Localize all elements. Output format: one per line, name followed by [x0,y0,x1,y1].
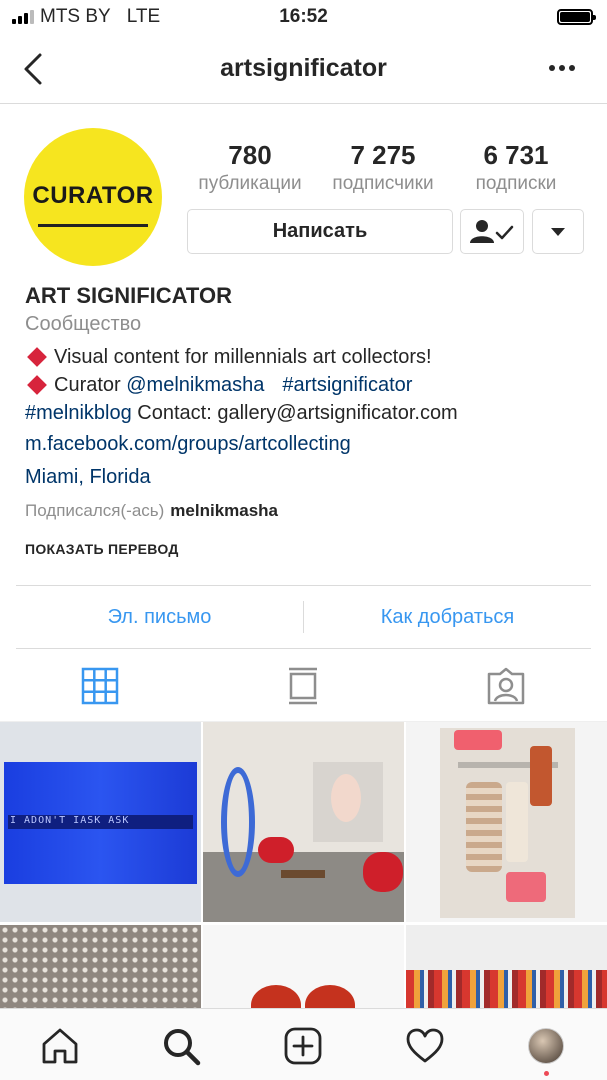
nav-search[interactable] [160,1025,202,1067]
tab-feed[interactable] [283,666,323,706]
grid-icon [81,667,119,705]
page-title: artsignificator [220,54,387,82]
post-2-chair [363,852,403,892]
posts-grid: I ADON'T IASK ASK [0,722,607,1008]
heart-icon [406,1028,444,1063]
location-link[interactable]: Miami, Florida [25,461,595,493]
hashtag-link[interactable]: #melnikblog [25,402,132,425]
more-options-icon[interactable] [547,58,577,78]
followed-by-label: Подписался(-ась) [25,501,165,520]
post-2-mirror [221,767,255,877]
stat-following-value: 6 731 [483,140,549,170]
directions-button[interactable]: Как добраться [304,606,591,629]
nav-profile[interactable] [525,1025,567,1076]
user-check-icon [470,219,514,243]
mention-link[interactable]: @melnikmasha [126,374,264,397]
red-diamond-icon [27,347,47,367]
profile-avatar[interactable]: CURATOR [24,128,162,266]
avatar [528,1028,564,1064]
post-thumbnail[interactable] [0,925,201,1008]
post-thumbnail[interactable] [406,722,607,922]
website-link[interactable]: m.facebook.com/groups/artcollecting [25,427,595,461]
post-thumbnail[interactable]: I ADON'T IASK ASK [0,722,201,922]
post-4-image [0,925,201,1008]
post-2-table [281,870,325,878]
add-post-icon [284,1027,322,1065]
stat-followers[interactable]: 7 275 подписчики [321,140,445,195]
avatar-text: CURATOR [32,182,154,209]
bio-contact-text: Contact: gallery@artsignificator.com [131,401,458,424]
stat-followers-value: 7 275 [350,140,416,170]
post-3-broom [454,730,502,750]
home-icon [42,1028,78,1064]
profile-header-bar: artsignificator [0,34,607,104]
hashtag-link[interactable]: #artsignificator [282,374,412,397]
tagged-icon [487,667,525,705]
profile-name: ART SIGNIFICATOR [25,283,232,308]
message-button[interactable]: Написать [187,209,453,254]
email-button[interactable]: Эл. письмо [16,606,303,629]
contact-actions: Эл. письмо Как добраться [16,585,591,649]
stat-posts-value: 780 [228,140,272,170]
profile-category: Сообщество [25,313,142,335]
stat-following-label: подписки [475,173,557,194]
profile-bio: ART SIGNIFICATOR Сообщество Visual conte… [25,283,595,569]
bio-line-1: Visual content for millennials art colle… [25,343,595,371]
nav-new-post[interactable] [282,1025,324,1067]
stat-followers-label: подписчики [332,173,434,194]
post-3-rope [466,782,502,872]
profile-stats: 780 публикации 7 275 подписчики 6 731 по… [188,140,578,195]
bio-line-2: Curator @melnikmasha #artsignificator [25,371,595,399]
battery-icon [557,9,596,25]
show-translation-button[interactable]: ПОКАЗАТЬ ПЕРЕВОД [25,529,595,569]
bio-text-2: Curator [54,373,127,396]
post-2-face [331,774,361,822]
post-thumbnail[interactable] [406,925,607,1008]
post-thumbnail[interactable] [203,925,404,1008]
nav-activity[interactable] [404,1025,446,1067]
bio-line-3: #melnikblog Contact: gallery@artsignific… [25,399,595,427]
tab-tagged[interactable] [486,666,526,706]
post-3-brush [506,872,546,902]
post-2-chair [258,837,294,863]
following-button[interactable] [460,209,524,254]
status-time: 16:52 [279,6,328,27]
stat-following[interactable]: 6 731 подписки [454,140,578,195]
bottom-navigation [0,1008,607,1080]
bio-text-1: Visual content for millennials art colle… [54,345,432,368]
search-icon [164,1029,201,1066]
stat-posts-label: публикации [198,173,302,194]
followed-by-user: melnikmasha [170,501,279,520]
post-1-caption: I ADON'T IASK ASK [10,815,130,826]
tab-grid[interactable] [80,666,120,706]
post-thumbnail[interactable] [203,722,404,922]
suggestions-dropdown-button[interactable] [532,209,584,254]
profile-tabs [0,650,607,722]
post-5-shape [251,985,301,1008]
post-3-mop [506,782,528,862]
post-6-fabrics [406,970,607,1008]
post-5-shape [305,985,355,1008]
feed-icon [289,667,317,705]
avatar-underline [38,224,148,227]
post-3-mop [530,746,552,806]
status-bar: MTS BY LTE 16:52 [0,0,607,34]
followed-by[interactable]: Подписался(-ась) melnikmasha [25,493,595,529]
caret-down-icon [551,227,565,236]
nav-home[interactable] [39,1025,81,1067]
stat-posts[interactable]: 780 публикации [188,140,312,195]
red-diamond-icon [27,375,47,395]
notification-dot [544,1071,549,1076]
